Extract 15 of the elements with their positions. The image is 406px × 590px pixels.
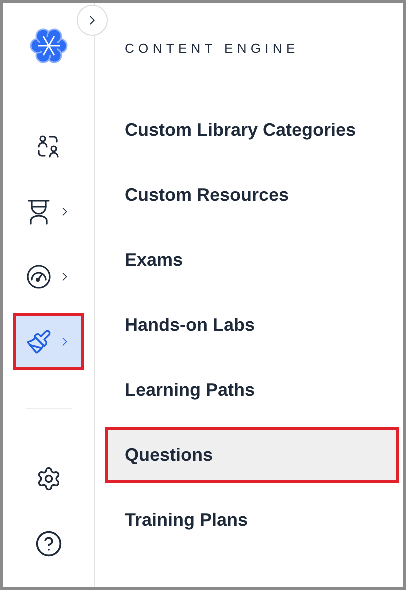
logo-icon bbox=[30, 27, 68, 65]
menu-item[interactable]: Custom Resources bbox=[105, 167, 399, 223]
menu-item[interactable]: Hands-on Labs bbox=[105, 297, 399, 353]
menu-item[interactable]: Learning Paths bbox=[105, 362, 399, 418]
section-heading: CONTENT ENGINE bbox=[125, 41, 300, 57]
menu-item[interactable]: Questions bbox=[105, 427, 399, 483]
gauge-icon bbox=[26, 264, 52, 290]
people-icon bbox=[36, 134, 62, 160]
menu-item[interactable]: Custom Library Categories bbox=[105, 102, 399, 158]
menu-item[interactable]: Exams bbox=[105, 232, 399, 288]
brush-icon bbox=[26, 328, 52, 354]
settings-icon bbox=[36, 466, 62, 492]
presenter-icon bbox=[26, 198, 52, 226]
menu-item[interactable]: Training Plans bbox=[105, 492, 399, 548]
help-icon bbox=[34, 530, 62, 558]
